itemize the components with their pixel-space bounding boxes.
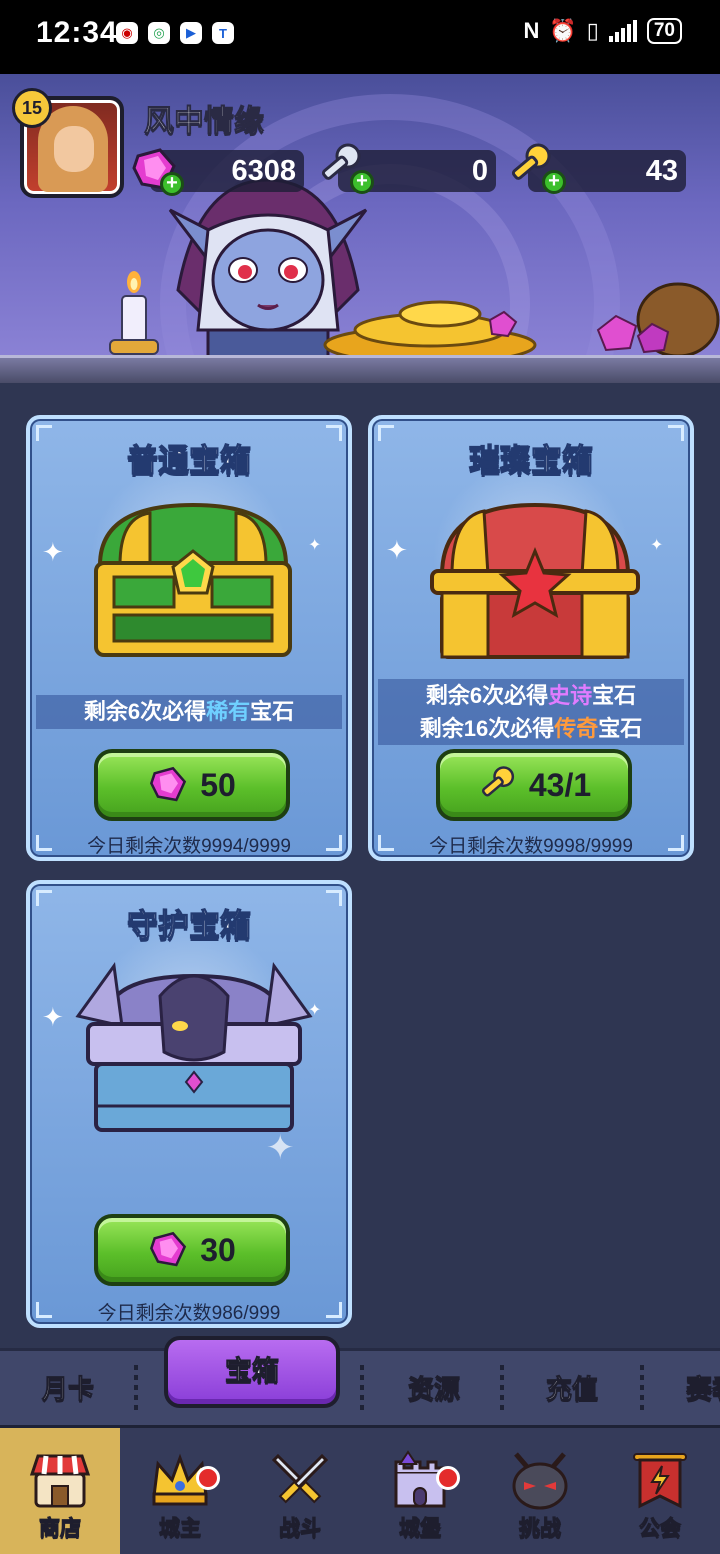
chest-title: 普通宝箱 <box>126 442 251 478</box>
shop-category-tabs: 月卡 资源 充值 赛季 <box>0 1348 720 1428</box>
banner-shelf <box>0 355 720 383</box>
guarantee-rarity: 传奇 <box>554 716 599 741</box>
battery-icon: 70 <box>646 18 682 44</box>
alarm-icon: ⏰ <box>549 18 577 43</box>
chest-card-brilliant[interactable]: 璀璨宝箱 ✦ ✦ 剩余6次必得史诗宝石 剩余16次必得传奇宝石 43/1 今日剩… <box>368 415 694 861</box>
nav-label: 战斗 <box>279 1517 322 1541</box>
guarantee-prefix: 剩余6次必得 <box>425 683 549 708</box>
tab-season-clip: 赛季 <box>686 1369 720 1406</box>
guarantee-rarity: 稀有 <box>206 699 251 724</box>
nav-shop[interactable]: 商店 <box>0 1428 120 1554</box>
chest-price: 43/1 <box>528 766 592 803</box>
tab-divider <box>640 1365 644 1415</box>
sparkle-icon: ✦ <box>308 537 322 554</box>
guarantee-line-1: 剩余6次必得史诗宝石 <box>378 679 684 712</box>
sparkle-icon: ✦ <box>42 537 64 567</box>
tab-season[interactable]: 赛季 <box>686 1374 720 1405</box>
guild-banner-icon <box>633 1453 687 1509</box>
chest-guarantee-text: 剩余6次必得稀有宝石 <box>36 695 342 729</box>
sparkle-icon: ✦ <box>386 535 408 565</box>
guarantee-suffix: 宝石 <box>250 699 295 724</box>
buy-guardian-chest-button[interactable]: 30 <box>94 1214 290 1286</box>
nav-label: 城堡 <box>399 1517 442 1541</box>
bottom-navigation: 商店 城主 战斗 城堡 挑战 公会 <box>0 1428 720 1554</box>
chest-card-guardian[interactable]: 守护宝箱 ✦ ✦ ✦ 30 今日剩余次数986/999 <box>26 880 352 1328</box>
tab-month-card[interactable]: 月卡 <box>41 1369 94 1406</box>
notification-dot <box>436 1466 460 1490</box>
system-icons: N ⏰ ▯ 70 <box>523 18 682 44</box>
gem-icon <box>150 1231 187 1267</box>
status-time: 12:34 <box>36 16 118 49</box>
buy-normal-chest-button[interactable]: 50 <box>94 749 290 821</box>
gold-coins-pile-illustration <box>323 300 537 360</box>
add-silver-keys-button[interactable]: + <box>350 170 374 194</box>
chest-title: 璀璨宝箱 <box>468 442 593 478</box>
nav-guild[interactable]: 公会 <box>600 1428 720 1554</box>
play-icon: ▶ <box>180 22 202 44</box>
guarantee-line-2: 剩余16次必得传奇宝石 <box>378 712 684 745</box>
gold-key-icon <box>481 766 514 797</box>
buy-brilliant-chest-button[interactable]: 43/1 <box>436 749 632 821</box>
daily-remaining: 今日剩余次数9998/9999 <box>429 836 633 857</box>
guarantee-rarity: 史诗 <box>548 683 593 708</box>
shop-icon <box>29 1454 91 1508</box>
game-shop-screen: 12:34 ◉ ◎ ▶ T N ⏰ ▯ 70 15 风中情缘 6308 + 0 … <box>0 0 720 1554</box>
nav-label: 公会 <box>639 1517 682 1541</box>
dragon-chest-illustration <box>75 962 313 1132</box>
gems-and-pouch-illustration <box>596 282 720 358</box>
notification-icons: ◉ ◎ ▶ T <box>116 22 234 44</box>
gem-icon <box>150 766 187 802</box>
nav-label: 城主 <box>159 1517 202 1541</box>
green-chest-illustration <box>94 502 292 657</box>
chest-price: 30 <box>200 1231 236 1268</box>
candle-illustration <box>109 271 159 355</box>
signal-icon <box>608 20 637 42</box>
add-gems-button[interactable]: + <box>160 172 184 196</box>
add-gold-keys-button[interactable]: + <box>542 170 566 194</box>
nav-challenge[interactable]: 挑战 <box>480 1428 600 1554</box>
daily-remaining: 今日剩余次数986/999 <box>97 1303 281 1324</box>
nfc-icon: N <box>523 18 540 43</box>
status-bar: 12:34 ◉ ◎ ▶ T N ⏰ ▯ 70 <box>0 0 720 74</box>
tab-divider <box>360 1365 364 1415</box>
tab-chest[interactable]: 宝箱 <box>164 1336 340 1408</box>
nav-lord[interactable]: 城主 <box>120 1428 240 1554</box>
sparkle-icon: ✦ <box>650 537 664 554</box>
tab-resources[interactable]: 资源 <box>407 1369 460 1406</box>
guarantee-suffix: 宝石 <box>592 683 637 708</box>
chat-icon: ◎ <box>148 22 170 44</box>
chest-price: 50 <box>200 766 236 803</box>
tab-recharge[interactable]: 充值 <box>545 1369 598 1406</box>
nav-castle[interactable]: 城堡 <box>360 1428 480 1554</box>
crossed-swords-icon <box>271 1453 329 1504</box>
chest-guarantee-text: 剩余6次必得史诗宝石 剩余16次必得传奇宝石 <box>378 679 684 745</box>
player-level-badge: 15 <box>12 88 52 128</box>
daily-remaining: 今日剩余次数9994/9999 <box>87 836 291 857</box>
demon-mask-icon <box>512 1452 568 1510</box>
chest-card-normal[interactable]: 普通宝箱 ✦ ✦ 剩余6次必得稀有宝石 50 今日剩余次数9994/9999 <box>26 415 352 861</box>
nav-battle[interactable]: 战斗 <box>240 1428 360 1554</box>
red-chest-illustration <box>430 502 640 659</box>
guarantee-prefix: 剩余6次必得 <box>83 699 207 724</box>
player-name: 风中情缘 <box>144 105 265 139</box>
chest-title: 守护宝箱 <box>126 907 251 943</box>
guarantee-prefix: 剩余16次必得 <box>419 716 555 741</box>
vibrate-icon: ▯ <box>586 18 599 43</box>
tool-icon: T <box>212 22 234 44</box>
nav-label: 挑战 <box>519 1517 562 1541</box>
sparkle-icon: ✦ <box>42 1002 64 1032</box>
tab-divider <box>134 1365 138 1415</box>
nav-label: 商店 <box>39 1517 82 1541</box>
notification-dot <box>196 1466 220 1490</box>
guarantee-suffix: 宝石 <box>598 716 643 741</box>
tab-divider <box>500 1365 504 1415</box>
weibo-icon: ◉ <box>116 22 138 44</box>
